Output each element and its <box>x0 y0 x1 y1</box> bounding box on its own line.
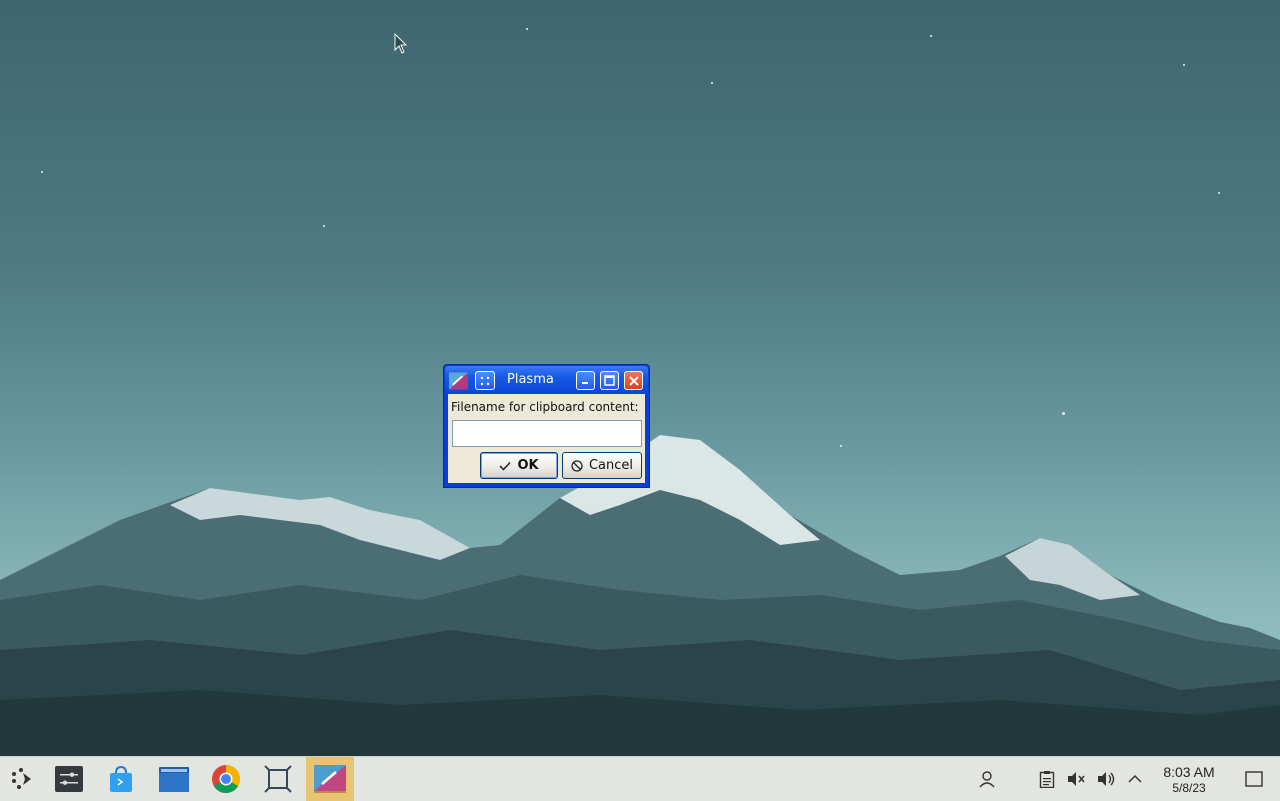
clock-date[interactable]: 5/8/23 <box>1150 781 1228 795</box>
taskbar-chrome-browser[interactable] <box>204 757 248 801</box>
volume-icon[interactable] <box>1096 769 1116 789</box>
filename-input[interactable] <box>452 420 642 447</box>
filename-prompt-label: Filename for clipboard content: <box>451 400 639 414</box>
taskbar-discover-store[interactable] <box>99 757 143 801</box>
dialog-body: Filename for clipboard content: OK Cance… <box>448 394 645 483</box>
chevron-up-icon[interactable] <box>1125 769 1145 789</box>
mouse-cursor-icon <box>394 33 408 54</box>
dialog-title: Plasma <box>507 372 554 387</box>
taskbar-system-settings[interactable] <box>47 757 91 801</box>
screenshot-icon <box>264 765 292 793</box>
user-icon[interactable] <box>977 769 997 789</box>
folder-icon <box>159 767 189 792</box>
taskbar-screenshot-tool[interactable] <box>256 757 300 801</box>
cancel-icon <box>571 459 583 472</box>
checkmark-icon <box>499 461 511 471</box>
application-launcher[interactable] <box>0 757 44 801</box>
settings-icon <box>55 766 83 792</box>
ok-button[interactable]: OK <box>480 452 558 479</box>
taskbar: 8:03 AM 5/8/23 <box>0 756 1280 801</box>
show-desktop-icon[interactable] <box>1244 769 1264 789</box>
plasma-icon <box>314 765 346 793</box>
clock-time[interactable]: 8:03 AM <box>1150 764 1228 780</box>
menu-dots-icon[interactable] <box>475 371 495 390</box>
cancel-button-label: Cancel <box>588 458 634 473</box>
dialog-titlebar[interactable]: Plasma <box>445 366 648 394</box>
maximize-button[interactable] <box>600 371 619 390</box>
chrome-icon <box>212 765 240 793</box>
mute-icon[interactable] <box>1066 769 1086 789</box>
close-button[interactable] <box>624 371 643 390</box>
taskbar-plasma-active[interactable] <box>306 757 354 801</box>
minimize-button[interactable] <box>576 371 595 390</box>
ok-button-label: OK <box>517 458 539 473</box>
taskbar-file-manager[interactable] <box>152 757 196 801</box>
plasma-app-icon[interactable] <box>449 371 468 390</box>
launcher-icon <box>12 768 31 789</box>
clipboard-filename-dialog: Plasma Filename for clipboard content: O… <box>443 364 650 488</box>
cancel-button[interactable]: Cancel <box>562 452 642 479</box>
store-bag-icon <box>110 765 132 792</box>
clipboard-icon[interactable] <box>1037 769 1057 789</box>
